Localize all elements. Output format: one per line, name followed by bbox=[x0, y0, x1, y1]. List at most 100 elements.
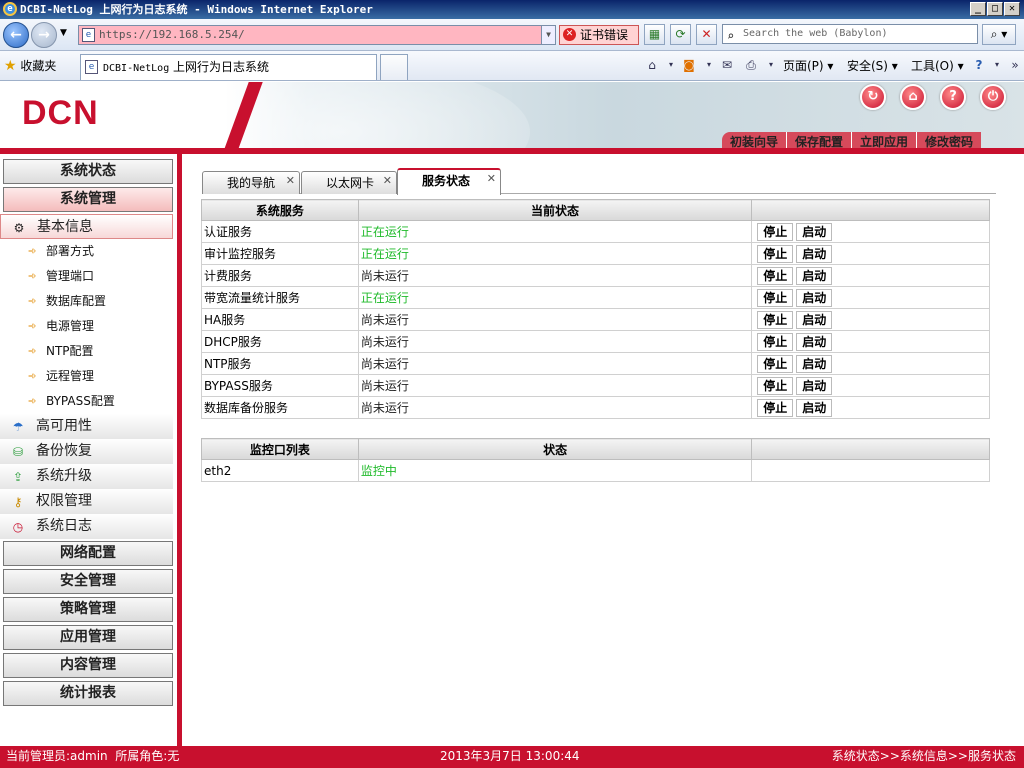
home-circle-icon[interactable]: ⌂ bbox=[900, 84, 926, 110]
new-tab-button[interactable] bbox=[380, 54, 408, 80]
sidebar-group-content-mgmt[interactable]: 内容管理 bbox=[3, 653, 173, 678]
sidebar-leaf-deploy-mode[interactable]: ➾ 部署方式 bbox=[0, 239, 173, 264]
service-name: NTP服务 bbox=[201, 352, 359, 375]
feeds-dropdown-icon[interactable]: ▾ bbox=[702, 58, 716, 72]
sidebar-group-application-mgmt[interactable]: 应用管理 bbox=[3, 625, 173, 650]
sidebar-leaf-ntp-config[interactable]: ➾ NTP配置 bbox=[0, 339, 173, 364]
sidebar-item-permission-mgmt[interactable]: ⚷ 权限管理 bbox=[0, 489, 173, 514]
tools-menu[interactable]: 工具(O) ▾ bbox=[911, 57, 964, 75]
browser-tab-active[interactable]: e DCBI-NetLog 上网行为日志系统 bbox=[80, 54, 377, 80]
print-icon[interactable]: ⎙ bbox=[744, 58, 758, 72]
address-dropdown-icon[interactable]: ▼ bbox=[541, 26, 555, 44]
service-status: 尚未运行 bbox=[357, 396, 753, 419]
sidebar-item-system-log[interactable]: ◷ 系统日志 bbox=[0, 514, 173, 539]
certificate-error-button[interactable]: ✕ 证书错误 bbox=[559, 25, 639, 45]
help-dropdown-icon[interactable]: ▾ bbox=[990, 58, 1004, 72]
home-dropdown-icon[interactable]: ▾ bbox=[664, 58, 678, 72]
stop-service-button[interactable]: 停止 bbox=[757, 310, 794, 329]
sidebar-item-high-availability[interactable]: ☂ 高可用性 bbox=[0, 414, 173, 439]
sidebar-group-network-config[interactable]: 网络配置 bbox=[3, 541, 173, 566]
search-input[interactable]: ⌕ Search the web (Babylon) bbox=[722, 24, 978, 44]
tab-service-status[interactable]: 服务状态 ✕ bbox=[397, 168, 501, 195]
stop-service-button[interactable]: 停止 bbox=[757, 222, 794, 241]
sidebar-leaf-bypass-config[interactable]: ➾ BYPASS配置 bbox=[0, 389, 173, 414]
service-status: 正在运行 bbox=[357, 242, 753, 265]
print-dropdown-icon[interactable]: ▾ bbox=[764, 58, 778, 72]
status-bar: 当前管理员:admin 所属角色:无 2013年3月7日 13:00:44 系统… bbox=[0, 746, 1024, 768]
stop-service-button[interactable]: 停止 bbox=[757, 288, 794, 307]
header-background bbox=[150, 82, 530, 154]
start-service-button[interactable]: 启动 bbox=[796, 266, 833, 285]
column-header bbox=[751, 438, 990, 460]
close-tab-icon[interactable]: ✕ bbox=[383, 170, 392, 192]
browser-nav-bar: ← → ▼ e https://192.168.5.254/ ▼ ✕ 证书错误 … bbox=[0, 19, 1024, 51]
close-tab-icon[interactable]: ✕ bbox=[286, 170, 295, 192]
table-row: 计费服务 尚未运行 停止 启动 bbox=[201, 264, 990, 287]
chevron-more-icon[interactable]: » bbox=[1008, 58, 1022, 72]
start-service-button[interactable]: 启动 bbox=[796, 288, 833, 307]
stop-service-button[interactable]: 停止 bbox=[757, 266, 794, 285]
search-go-button[interactable]: ⌕ ▾ bbox=[982, 24, 1016, 45]
page-menu[interactable]: 页面(P) ▾ bbox=[783, 57, 833, 75]
tab-title-prefix: DCBI-NetLog bbox=[103, 63, 170, 74]
help-icon[interactable]: ? bbox=[972, 58, 986, 72]
window-title: DCBI-NetLog 上网行为日志系统 - Windows Internet … bbox=[20, 3, 373, 16]
sidebar-leaf-power-mgmt[interactable]: ➾ 电源管理 bbox=[0, 314, 173, 339]
stop-service-button[interactable]: 停止 bbox=[757, 376, 794, 395]
search-icon: ⌕ bbox=[727, 29, 735, 43]
stop-service-button[interactable]: 停止 bbox=[757, 354, 794, 373]
compatibility-icon[interactable]: ▦ bbox=[644, 24, 665, 45]
sidebar-leaf-remote-mgmt[interactable]: ➾ 远程管理 bbox=[0, 364, 173, 389]
sidebar-group-system-management[interactable]: 系统管理 bbox=[3, 187, 173, 212]
close-tab-icon[interactable]: ✕ bbox=[487, 168, 496, 190]
window-title-bar: e DCBI-NetLog 上网行为日志系统 - Windows Interne… bbox=[0, 0, 1024, 19]
sidebar-group-system-status[interactable]: 系统状态 bbox=[3, 159, 173, 184]
forward-arrow-icon[interactable]: → bbox=[31, 22, 57, 48]
favorites-button[interactable]: ★ 收藏夹 bbox=[4, 57, 56, 75]
stop-service-button[interactable]: 停止 bbox=[757, 398, 794, 417]
maximize-button[interactable]: □ bbox=[987, 2, 1003, 16]
service-status: 尚未运行 bbox=[357, 308, 753, 331]
tab-ethernet[interactable]: 以太网卡 ✕ bbox=[301, 171, 397, 194]
stop-icon[interactable]: ✕ bbox=[696, 24, 717, 45]
sidebar-item-backup-restore[interactable]: ⛁ 备份恢复 bbox=[0, 439, 173, 464]
service-name: HA服务 bbox=[201, 308, 359, 331]
tab-label: 我的导航 bbox=[227, 176, 276, 190]
close-window-button[interactable]: ✕ bbox=[1004, 2, 1020, 16]
table-row: eth2 监控中 bbox=[201, 459, 990, 482]
mail-icon[interactable]: ✉ bbox=[720, 58, 734, 72]
start-service-button[interactable]: 启动 bbox=[796, 354, 833, 373]
help-circle-icon[interactable]: ? bbox=[940, 84, 966, 110]
service-status: 尚未运行 bbox=[357, 374, 753, 397]
logout-circle-icon[interactable]: ⏻ bbox=[980, 84, 1006, 110]
service-actions: 停止 启动 bbox=[751, 286, 990, 309]
refresh-icon[interactable]: ⟳ bbox=[670, 24, 691, 45]
back-arrow-icon[interactable]: ← bbox=[3, 22, 29, 48]
refresh-circle-icon[interactable]: ↻ bbox=[860, 84, 886, 110]
tab-my-navigation[interactable]: 我的导航 ✕ bbox=[202, 171, 300, 194]
address-bar[interactable]: e https://192.168.5.254/ ▼ bbox=[78, 25, 556, 45]
page-icon: e bbox=[82, 28, 95, 42]
sidebar-group-security-mgmt[interactable]: 安全管理 bbox=[3, 569, 173, 594]
start-service-button[interactable]: 启动 bbox=[796, 310, 833, 329]
sidebar-group-policy-mgmt[interactable]: 策略管理 bbox=[3, 597, 173, 622]
minimize-button[interactable]: _ bbox=[970, 2, 986, 16]
safety-menu[interactable]: 安全(S) ▾ bbox=[847, 57, 898, 75]
sidebar-item-system-upgrade[interactable]: ⇪ 系统升级 bbox=[0, 464, 173, 489]
start-service-button[interactable]: 启动 bbox=[796, 398, 833, 417]
feeds-icon[interactable]: ◙ bbox=[682, 58, 696, 72]
sidebar-leaf-mgmt-port[interactable]: ➾ 管理端口 bbox=[0, 264, 173, 289]
sidebar-item-basic-info[interactable]: ⚙ 基本信息 bbox=[0, 214, 173, 239]
start-service-button[interactable]: 启动 bbox=[796, 332, 833, 351]
table-row: 认证服务 正在运行 停止 启动 bbox=[201, 220, 990, 243]
status-datetime: 2013年3月7日 13:00:44 bbox=[440, 749, 580, 763]
stop-service-button[interactable]: 停止 bbox=[757, 244, 794, 263]
sidebar-leaf-database-config[interactable]: ➾ 数据库配置 bbox=[0, 289, 173, 314]
start-service-button[interactable]: 启动 bbox=[796, 222, 833, 241]
stop-service-button[interactable]: 停止 bbox=[757, 332, 794, 351]
home-icon[interactable]: ⌂ bbox=[645, 58, 659, 72]
history-dropdown-icon[interactable]: ▼ bbox=[60, 28, 67, 38]
start-service-button[interactable]: 启动 bbox=[796, 244, 833, 263]
sidebar-group-statistics-report[interactable]: 统计报表 bbox=[3, 681, 173, 706]
start-service-button[interactable]: 启动 bbox=[796, 376, 833, 395]
